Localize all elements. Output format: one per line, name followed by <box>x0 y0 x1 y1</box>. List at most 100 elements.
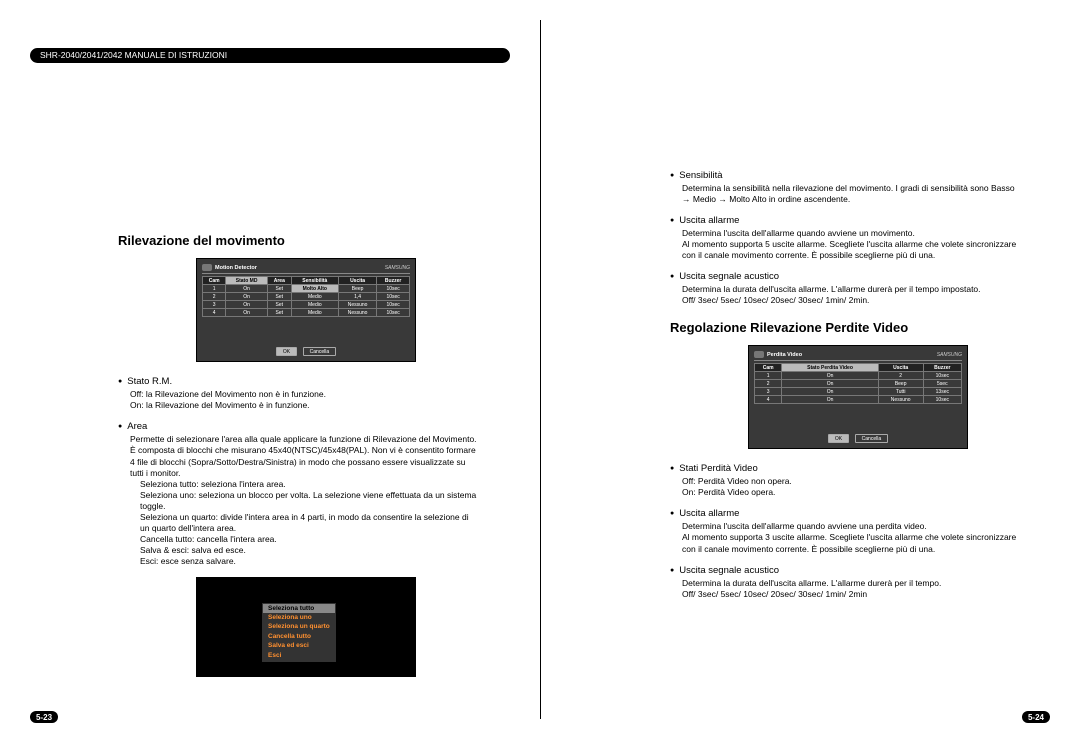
camera-icon <box>202 264 212 271</box>
panel-title: Perdita Video <box>767 352 802 358</box>
table-header: Area <box>267 277 291 285</box>
table-cell: 10sec <box>923 372 961 380</box>
table-cell: Beep <box>878 380 923 388</box>
table-cell: 10sec <box>377 293 410 301</box>
bullet-label: Area <box>118 421 478 432</box>
samsung-logo: SAMSUNG <box>937 352 962 358</box>
bullet-label: Uscita allarme <box>670 508 1018 519</box>
table-cell: 3 <box>755 388 782 396</box>
page-number-right: 5-24 <box>1022 711 1050 723</box>
table-row: 3OnTutti13sec <box>755 388 962 396</box>
motion-detector-panel: Motion Detector SAMSUNG CamStato MDAreaS… <box>196 258 416 362</box>
table-cell: 13sec <box>923 388 961 396</box>
bullet-subline: Seleziona uno: seleziona un blocco per v… <box>118 490 478 512</box>
list-item: Uscita allarme Determina l'uscita dell'al… <box>670 215 1018 261</box>
table-cell: 1,4 <box>338 293 376 301</box>
table-cell: Nessuno <box>338 309 376 317</box>
table-cell: 4 <box>755 396 782 404</box>
bullet-description: Off: la Rilevazione del Movimento non è … <box>118 389 478 411</box>
video-loss-heading: Regolazione Rilevazione Perdite Video <box>670 320 1018 335</box>
bullet-subline: Esci: esce senza salvare. <box>118 556 478 567</box>
table-header: Uscita <box>878 364 923 372</box>
table-cell: Tutti <box>878 388 923 396</box>
table-cell: 1 <box>755 372 782 380</box>
bullet-description: Determina la sensibilità nella rilevazio… <box>670 183 1018 205</box>
bullet-label: Uscita allarme <box>670 215 1018 226</box>
motion-detection-heading: Rilevazione del movimento <box>118 233 478 248</box>
bullet-label: Uscita segnale acustico <box>670 271 1018 282</box>
table-cell: Molto Alto <box>291 285 338 293</box>
left-content: Rilevazione del movimento Motion Detecto… <box>0 63 540 677</box>
video-loss-panel: Perdita Video SAMSUNG CamStato Perdita V… <box>748 345 968 449</box>
right-content: Sensibilità Determina la sensibilità nell… <box>540 0 1080 600</box>
table-cell: Beep <box>338 285 376 293</box>
table-cell: 5sec <box>923 380 961 388</box>
bullet-description: Off: Perdità Video non opera.On: Perdità… <box>670 476 1018 498</box>
header-banner: SHR-2040/2041/2042 MANUALE DI ISTRUZIONI <box>30 48 510 63</box>
bullet-description: Determina l'uscita dell'allarme quando a… <box>670 228 1018 261</box>
list-item: Uscita allarmeDetermina l'uscita dell'al… <box>670 508 1018 554</box>
list-item: Sensibilità Determina la sensibilità nell… <box>670 170 1018 205</box>
cancel-button[interactable]: Cancella <box>303 347 336 356</box>
table-row: 3OnSetMedioNessuno10sec <box>203 301 410 309</box>
table-cell: Medio <box>291 301 338 309</box>
table-header: Cam <box>203 277 226 285</box>
table-cell: Medio <box>291 309 338 317</box>
table-row: 4OnNessuno10sec <box>755 396 962 404</box>
camera-icon <box>754 351 764 358</box>
table-cell: Nessuno <box>338 301 376 309</box>
ok-button[interactable]: OK <box>276 347 297 356</box>
table-cell: Set <box>267 285 291 293</box>
table-header: Stato Perdita Video <box>782 364 878 372</box>
table-cell: 1 <box>203 285 226 293</box>
bullet-label: Stati Perdità Video <box>670 463 1018 474</box>
left-page: SHR-2040/2041/2042 MANUALE DI ISTRUZIONI… <box>0 0 540 739</box>
bullet-subline: Seleziona tutto: seleziona l'intera area… <box>118 479 478 490</box>
menu-item[interactable]: Cancella tutto <box>263 632 335 641</box>
table-cell: 4 <box>203 309 226 317</box>
video-loss-bullet-list: Stati Perdità Video Off: Perdità Video no… <box>670 463 1018 599</box>
bullet-label: Sensibilità <box>670 170 1018 181</box>
menu-item[interactable]: Esci <box>263 651 335 660</box>
table-cell: On <box>782 388 878 396</box>
table-cell: On <box>226 309 268 317</box>
table-cell: Set <box>267 309 291 317</box>
menu-item[interactable]: Seleziona un quarto <box>263 623 335 632</box>
table-cell: On <box>782 372 878 380</box>
menu-item[interactable]: Seleziona uno <box>263 613 335 622</box>
bullet-subline: Salva & esci: salva ed esce. <box>118 545 478 556</box>
samsung-logo: SAMSUNG <box>385 265 410 271</box>
table-cell: 2 <box>203 293 226 301</box>
table-cell: Medio <box>291 293 338 301</box>
table-header: Buzzer <box>377 277 410 285</box>
page-number-left: 5-23 <box>30 711 58 723</box>
list-item: Stati Perdità Video Off: Perdità Video no… <box>670 463 1018 498</box>
bullet-label: Stato R.M. <box>118 376 478 387</box>
table-header: Sensibilità <box>291 277 338 285</box>
bullet-subline: Seleziona un quarto: divide l'intera are… <box>118 512 478 534</box>
table-cell: On <box>226 301 268 309</box>
table-cell: On <box>226 285 268 293</box>
menu-item[interactable]: Salva ed esci <box>263 642 335 651</box>
table-cell: On <box>782 396 878 404</box>
list-item: Uscita segnale acusticoDetermina la dura… <box>670 565 1018 600</box>
manual-page-spread: SHR-2040/2041/2042 MANUALE DI ISTRUZIONI… <box>0 0 1080 739</box>
table-row: 2OnBeep5sec <box>755 380 962 388</box>
table-row: 2OnSetMedio1,410sec <box>203 293 410 301</box>
table-row: 1On210sec <box>755 372 962 380</box>
cancel-button[interactable]: Cancella <box>855 434 888 443</box>
menu-item[interactable]: Seleziona tutto <box>263 604 335 613</box>
table-row: 1OnSetMolto AltoBeep10sec <box>203 285 410 293</box>
table-cell: 3 <box>203 301 226 309</box>
table-row: 4OnSetMedioNessuno10sec <box>203 309 410 317</box>
ok-button[interactable]: OK <box>828 434 849 443</box>
bullet-description: Determina la durata dell'uscita allarme.… <box>670 284 1018 306</box>
table-cell: 10sec <box>377 309 410 317</box>
sensitivity-bullet-list: Sensibilità Determina la sensibilità nell… <box>670 170 1018 306</box>
table-cell: 10sec <box>377 285 410 293</box>
table-header: Buzzer <box>923 364 961 372</box>
table-cell: 2 <box>878 372 923 380</box>
table-cell: 10sec <box>377 301 410 309</box>
table-header: Cam <box>755 364 782 372</box>
table-cell: On <box>782 380 878 388</box>
